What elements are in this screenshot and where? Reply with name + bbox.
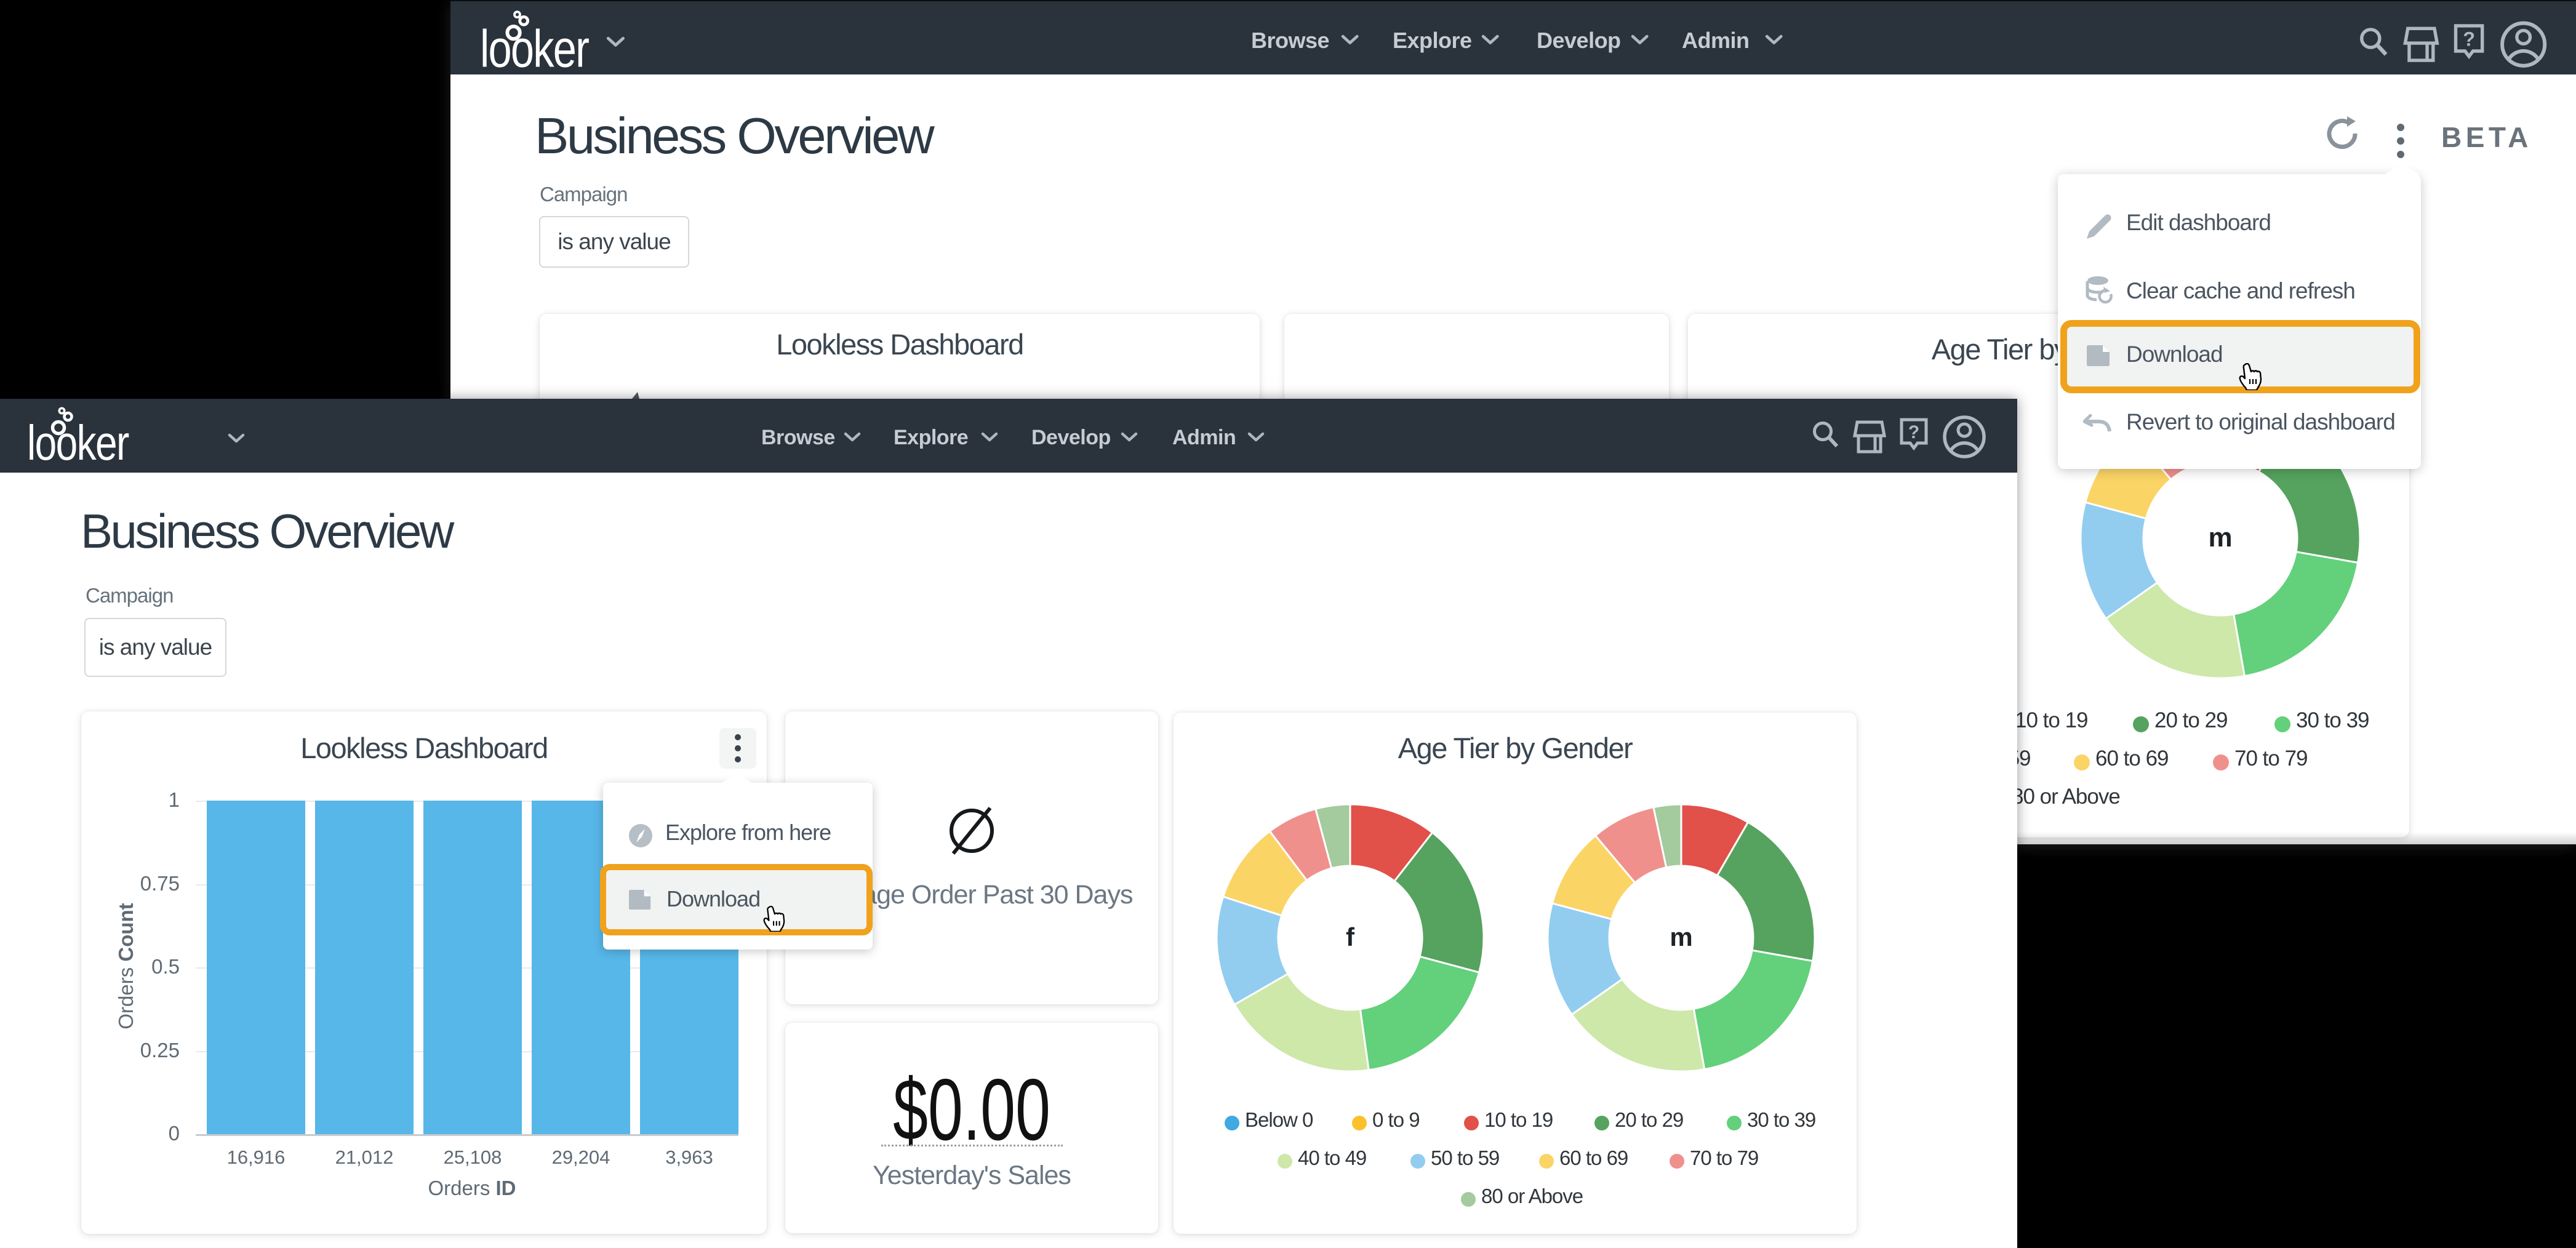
svg-text:?: ? (1908, 422, 1919, 442)
svg-text:?: ? (2463, 28, 2475, 50)
